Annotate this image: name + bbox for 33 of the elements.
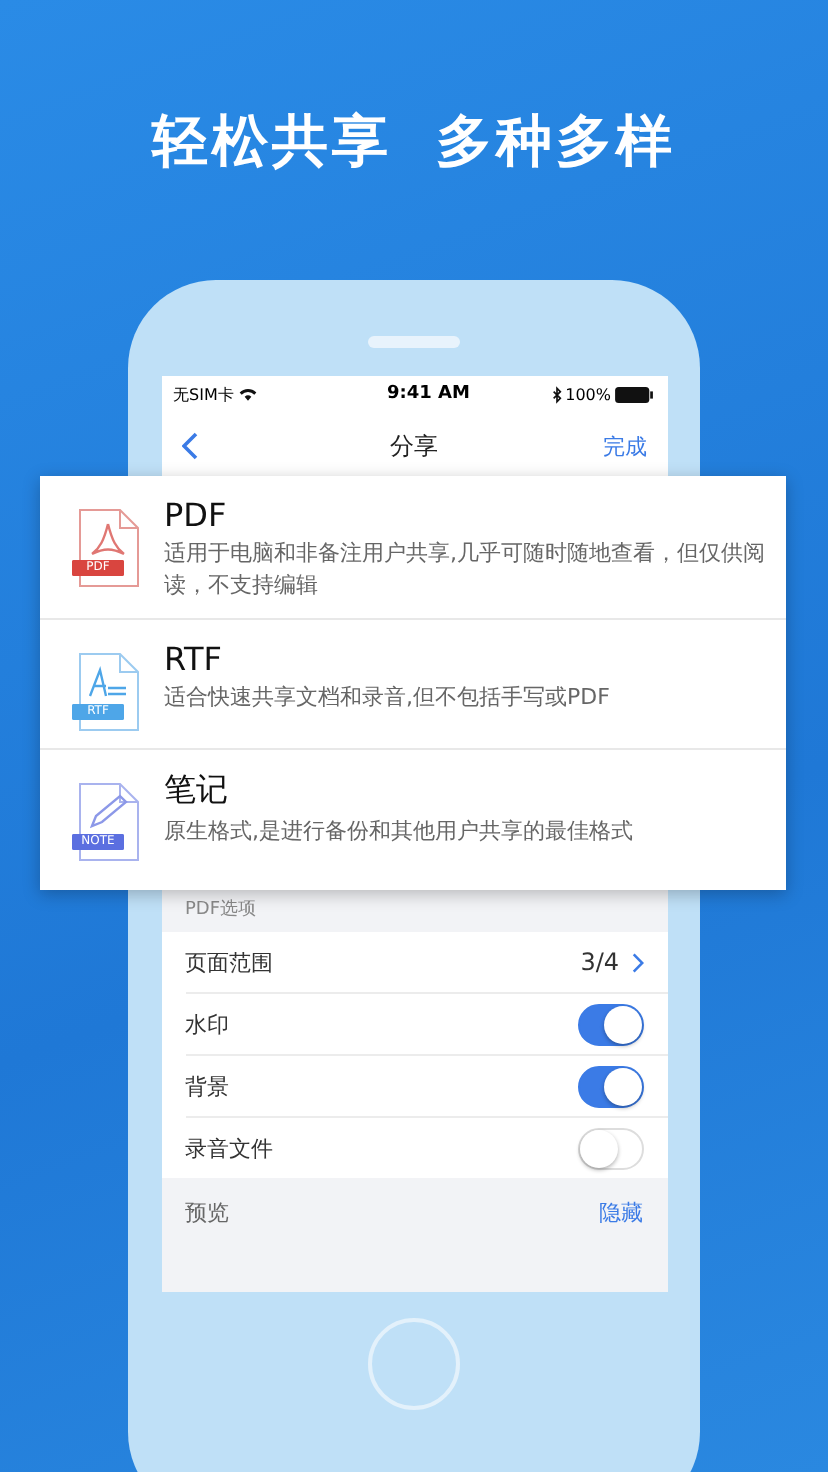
headline-subtitle: 多种多样 [436,106,676,178]
battery-icon [614,385,655,403]
chevron-right-icon [631,951,643,973]
wifi-icon [237,386,258,402]
option-label: 页面范围 [185,947,273,977]
status-time: 9:41 AM [385,384,470,404]
option-label: 录音文件 [185,1133,273,1163]
back-chevron-icon[interactable] [181,432,197,460]
carrier-label: 无SIM卡 [173,383,234,405]
format-description: 适用于电脑和非备注用户共享,几乎可随时随地查看，但仅供阅读，不支持编辑 [164,538,766,602]
option-row[interactable]: 水印 [185,994,667,1056]
preview-label: 预览 [185,1197,229,1227]
toggle-switch[interactable] [577,1003,643,1045]
option-label: 背景 [185,1071,229,1101]
done-button[interactable]: 完成 [603,431,647,461]
option-row[interactable]: 录音文件 [185,1118,667,1178]
format-title: 笔记 [164,770,230,812]
toggle-switch[interactable] [577,1065,643,1107]
headline: 轻松共享 [152,106,392,178]
option-row[interactable]: 背景 [185,1056,667,1118]
screen-title: 分享 [390,429,438,463]
format-description: 原生格式,是进行备份和其他用户共享的最佳格式 [164,816,633,848]
section-header: PDF选项 [183,897,259,924]
option-value: 3/4 [580,948,619,976]
option-label: 水印 [185,1009,229,1039]
battery-percentage: 100% [565,385,611,403]
format-description: 适合快速共享文档和录音,但不包括手写或PDF [164,682,610,714]
speaker-icon [368,336,460,348]
hide-link[interactable]: 隐藏 [599,1197,643,1227]
bluetooth-icon [551,385,562,403]
format-title: PDF [164,496,229,534]
option-row[interactable]: 页面范围 3/4 [185,932,667,994]
format-title: RTF [164,640,224,678]
